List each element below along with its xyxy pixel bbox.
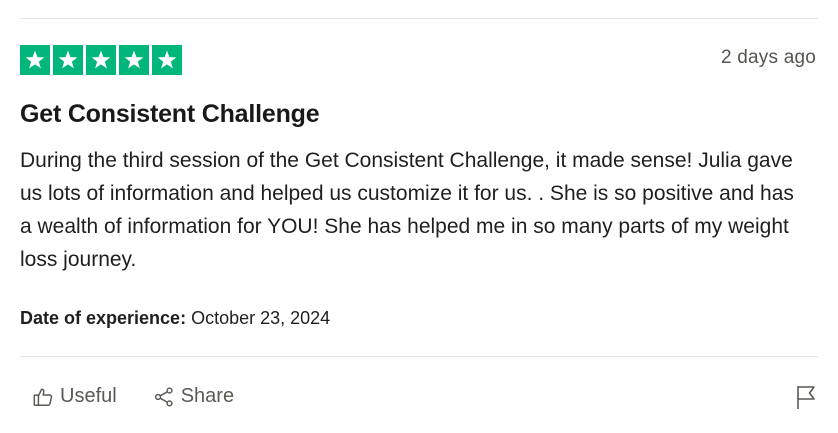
experience-date: October 23, 2024 <box>191 308 331 328</box>
star-icon <box>152 45 182 75</box>
share-label: Share <box>180 385 235 407</box>
review-actions: Useful Share <box>32 385 234 408</box>
star-icon <box>20 45 50 75</box>
review-body: During the third session of the Get Cons… <box>20 149 794 271</box>
review-title[interactable]: Get Consistent Challenge <box>20 100 320 129</box>
flag-report-button[interactable] <box>794 384 818 410</box>
share-button[interactable]: Share <box>153 385 234 408</box>
top-divider <box>20 18 818 19</box>
useful-label: Useful <box>60 385 117 407</box>
date-of-experience: Date of experience: October 23, 2024 <box>20 308 330 329</box>
useful-button[interactable]: Useful <box>32 385 117 408</box>
actions-divider <box>20 356 818 357</box>
review-date: 2 days ago <box>721 47 816 68</box>
thumbs-up-icon <box>32 386 54 408</box>
star-icon <box>53 45 83 75</box>
share-icon <box>153 386 175 408</box>
flag-icon <box>794 386 818 414</box>
experience-label: Date of experience: <box>20 308 187 328</box>
star-rating <box>20 45 182 75</box>
star-icon <box>119 45 149 75</box>
star-icon <box>86 45 116 75</box>
